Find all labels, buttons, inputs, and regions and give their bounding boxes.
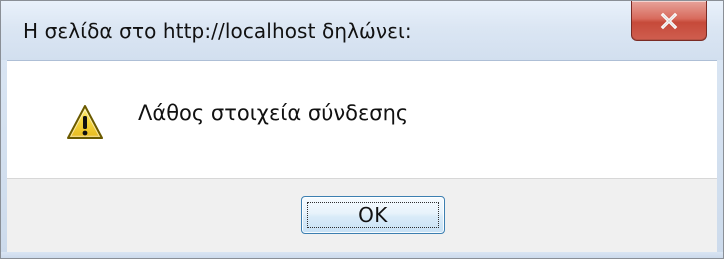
- dialog-titlebar: Η σελίδα στο http://localhost δηλώνει:: [1, 1, 723, 60]
- close-icon: [660, 12, 678, 29]
- ok-button-label: OK: [358, 203, 388, 227]
- warning-icon: [67, 105, 103, 139]
- window-frame-bottom: [1, 252, 723, 258]
- window-frame-right: [717, 60, 723, 258]
- dialog-title: Η σελίδα στο http://localhost δηλώνει:: [23, 19, 412, 43]
- dialog-button-bar: OK: [7, 178, 717, 252]
- close-button[interactable]: [631, 1, 707, 41]
- dialog-message: Λάθος στοιχεία σύνδεσης: [138, 101, 409, 125]
- ok-button[interactable]: OK: [301, 196, 445, 234]
- alert-dialog: Η σελίδα στο http://localhost δηλώνει: Λ…: [0, 0, 724, 259]
- dialog-content: Λάθος στοιχεία σύνδεσης OK: [7, 60, 717, 252]
